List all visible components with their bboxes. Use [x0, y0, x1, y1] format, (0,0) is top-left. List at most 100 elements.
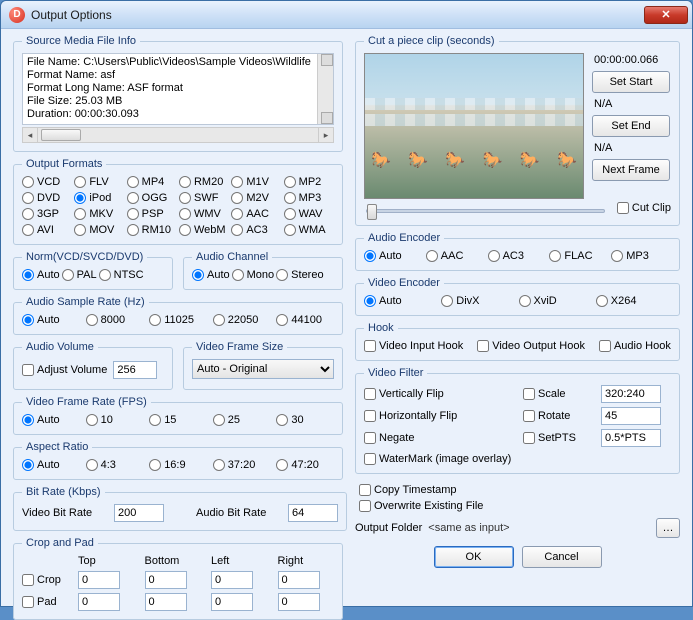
pad-right[interactable]: [278, 593, 320, 611]
format-option-vcd[interactable]: VCD: [22, 176, 72, 188]
format-option-rm10[interactable]: RM10: [127, 224, 177, 236]
aspect-option-3720[interactable]: 37:20: [213, 459, 271, 471]
scale-input[interactable]: [601, 385, 661, 403]
format-option-aac[interactable]: AAC: [231, 208, 281, 220]
media-info-box[interactable]: File Name: C:\Users\Public\Videos\Sample…: [22, 53, 334, 125]
set-start-button[interactable]: Set Start: [592, 71, 670, 93]
format-option-rm20[interactable]: RM20: [179, 176, 229, 188]
audio-channel-option-stereo[interactable]: Stereo: [276, 269, 323, 281]
ok-button[interactable]: OK: [434, 546, 514, 568]
norm-option-ntsc[interactable]: NTSC: [99, 269, 144, 281]
aspect-option-169[interactable]: 16:9: [149, 459, 207, 471]
setpts-checkbox[interactable]: SetPTS: [523, 432, 593, 444]
format-option-mov[interactable]: MOV: [74, 224, 124, 236]
rotate-input[interactable]: [601, 407, 661, 425]
overwrite-checkbox[interactable]: Overwrite Existing File: [359, 500, 680, 512]
sample-rate-option-8000[interactable]: 8000: [86, 314, 144, 326]
fps-option-10[interactable]: 10: [86, 414, 144, 426]
format-option-m1v[interactable]: M1V: [231, 176, 281, 188]
crop-top[interactable]: [78, 571, 120, 589]
video-bitrate-input[interactable]: [114, 504, 164, 522]
sample-rate-option-11025[interactable]: 11025: [149, 314, 207, 326]
video-encoder-option-auto[interactable]: Auto: [364, 295, 439, 307]
cut-clip-checkbox[interactable]: Cut Clip: [617, 202, 671, 214]
crop-left[interactable]: [211, 571, 253, 589]
setpts-input[interactable]: [601, 429, 661, 447]
vflip-checkbox[interactable]: Vertically Flip: [364, 388, 515, 400]
clip-slider[interactable]: [366, 209, 605, 213]
format-option-3gp[interactable]: 3GP: [22, 208, 72, 220]
video-encoder-option-xvid[interactable]: XviD: [519, 295, 594, 307]
video-input-hook-checkbox[interactable]: Video Input Hook: [364, 340, 463, 352]
fps-option-25[interactable]: 25: [213, 414, 271, 426]
format-option-mp2[interactable]: MP2: [284, 176, 334, 188]
sample-rate-option-auto[interactable]: Auto: [22, 314, 80, 326]
audio-encoder-option-mp3[interactable]: MP3: [611, 250, 671, 262]
format-option-flv[interactable]: FLV: [74, 176, 124, 188]
format-option-ac3[interactable]: AC3: [231, 224, 281, 236]
next-frame-button[interactable]: Next Frame: [592, 159, 670, 181]
hflip-checkbox[interactable]: Horizontally Flip: [364, 410, 515, 422]
format-option-ogg[interactable]: OGG: [127, 192, 177, 204]
audio-hook-checkbox[interactable]: Audio Hook: [599, 340, 671, 352]
video-encoder-option-x264[interactable]: X264: [596, 295, 671, 307]
media-info-line: Format Long Name: ASF format: [27, 82, 329, 95]
vertical-scrollbar[interactable]: [317, 54, 333, 124]
audio-encoder-option-flac[interactable]: FLAC: [549, 250, 609, 262]
copy-timestamp-checkbox[interactable]: Copy Timestamp: [359, 484, 680, 496]
format-option-ipod[interactable]: iPod: [74, 192, 124, 204]
crop-bottom[interactable]: [145, 571, 187, 589]
audio-encoder-option-ac3[interactable]: AC3: [488, 250, 548, 262]
format-option-m2v[interactable]: M2V: [231, 192, 281, 204]
negate-checkbox[interactable]: Negate: [364, 432, 515, 444]
audio-encoder-option-auto[interactable]: Auto: [364, 250, 424, 262]
fps-option-15[interactable]: 15: [149, 414, 207, 426]
browse-folder-button[interactable]: …: [656, 518, 680, 538]
crop-checkbox[interactable]: Crop: [22, 574, 68, 586]
set-end-button[interactable]: Set End: [592, 115, 670, 137]
watermark-checkbox[interactable]: WaterMark (image overlay): [364, 453, 671, 465]
format-option-wmv[interactable]: WMV: [179, 208, 229, 220]
format-option-avi[interactable]: AVI: [22, 224, 72, 236]
pad-top[interactable]: [78, 593, 120, 611]
adjust-volume-checkbox[interactable]: Adjust Volume: [22, 364, 107, 376]
crop-right[interactable]: [278, 571, 320, 589]
pad-bottom[interactable]: [145, 593, 187, 611]
volume-input[interactable]: [113, 361, 157, 379]
format-option-swf[interactable]: SWF: [179, 192, 229, 204]
horizontal-scrollbar[interactable]: [22, 127, 334, 143]
format-option-mkv[interactable]: MKV: [74, 208, 124, 220]
format-option-webm[interactable]: WebM: [179, 224, 229, 236]
frame-size-select[interactable]: Auto - Original: [192, 359, 334, 379]
format-option-wav[interactable]: WAV: [284, 208, 334, 220]
aspect-option-auto[interactable]: Auto: [22, 459, 80, 471]
norm-option-auto[interactable]: Auto: [22, 269, 60, 281]
cancel-button[interactable]: Cancel: [522, 546, 602, 568]
format-option-wma[interactable]: WMA: [284, 224, 334, 236]
norm-option-pal[interactable]: PAL: [62, 269, 97, 281]
close-button[interactable]: ✕: [644, 6, 688, 24]
fps-option-30[interactable]: 30: [276, 414, 334, 426]
fps-option-auto[interactable]: Auto: [22, 414, 80, 426]
pad-left[interactable]: [211, 593, 253, 611]
format-option-mp4[interactable]: MP4: [127, 176, 177, 188]
titlebar[interactable]: D Output Options ✕: [1, 1, 692, 29]
sample-rate-option-22050[interactable]: 22050: [213, 314, 271, 326]
video-output-hook-checkbox[interactable]: Video Output Hook: [477, 340, 585, 352]
audio-bitrate-input[interactable]: [288, 504, 338, 522]
pad-checkbox[interactable]: Pad: [22, 596, 68, 608]
format-option-mp3[interactable]: MP3: [284, 192, 334, 204]
sample-rate-option-44100[interactable]: 44100: [276, 314, 334, 326]
aspect-option-43[interactable]: 4:3: [86, 459, 144, 471]
format-option-dvd[interactable]: DVD: [22, 192, 72, 204]
format-option-psp[interactable]: PSP: [127, 208, 177, 220]
video-encoder-legend: Video Encoder: [364, 277, 444, 289]
aspect-option-4720[interactable]: 47:20: [276, 459, 334, 471]
audio-encoder-option-aac[interactable]: AAC: [426, 250, 486, 262]
scale-checkbox[interactable]: Scale: [523, 388, 593, 400]
audio-channel-option-mono[interactable]: Mono: [232, 269, 275, 281]
rotate-checkbox[interactable]: Rotate: [523, 410, 593, 422]
audio-channel-option-auto[interactable]: Auto: [192, 269, 230, 281]
video-encoder-option-divx[interactable]: DivX: [441, 295, 516, 307]
output-folder-label: Output Folder: [355, 522, 422, 534]
